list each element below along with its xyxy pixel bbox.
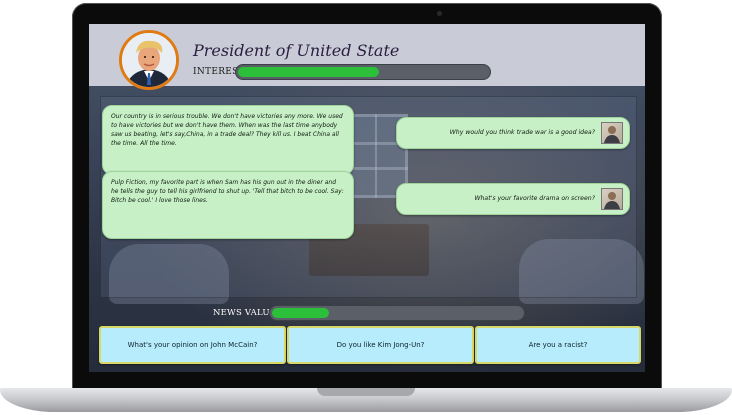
question-text: Why would you think trade war is a good … (449, 129, 595, 136)
response-text: Pulp Fiction, my favorite part is when S… (111, 179, 344, 204)
game-screen: President of United State INTEREST Our c… (89, 24, 645, 372)
avatar (119, 30, 179, 90)
response-bubble: Pulp Fiction, my favorite part is when S… (102, 171, 354, 239)
question-bubble: Why would you think trade war is a good … (396, 117, 630, 149)
character-portrait-icon (122, 33, 176, 87)
question-bubble: What's your favorite drama on screen? (396, 183, 630, 215)
laptop-notch (317, 388, 415, 396)
reporter-thumbnail-icon (601, 188, 623, 210)
answer-button-racist[interactable]: Are you a racist? (475, 326, 641, 364)
interest-bar (235, 64, 491, 80)
response-text: Our country is in serious trouble. We do… (111, 113, 343, 147)
response-bubble: Our country is in serious trouble. We do… (102, 105, 354, 175)
character-header: President of United State INTEREST (89, 24, 645, 90)
camera-dot (437, 11, 442, 16)
answer-label: Are you a racist? (528, 341, 588, 349)
answer-label: Do you like Kim Jong-Un? (336, 341, 425, 349)
news-value-label: NEWS VALUE (213, 308, 277, 318)
answer-label: What's your opinion on John McCain? (127, 341, 258, 349)
reporter-thumbnail-icon (601, 122, 623, 144)
answer-button-kim-jong-un[interactable]: Do you like Kim Jong-Un? (287, 326, 474, 364)
interest-bar-fill (238, 67, 379, 77)
page-title: President of United State (193, 41, 400, 60)
answer-button-john-mccain[interactable]: What's your opinion on John McCain? (99, 326, 286, 364)
news-value-bar-fill (272, 308, 329, 318)
news-value-bar (269, 305, 525, 321)
question-text: What's your favorite drama on screen? (474, 195, 595, 202)
